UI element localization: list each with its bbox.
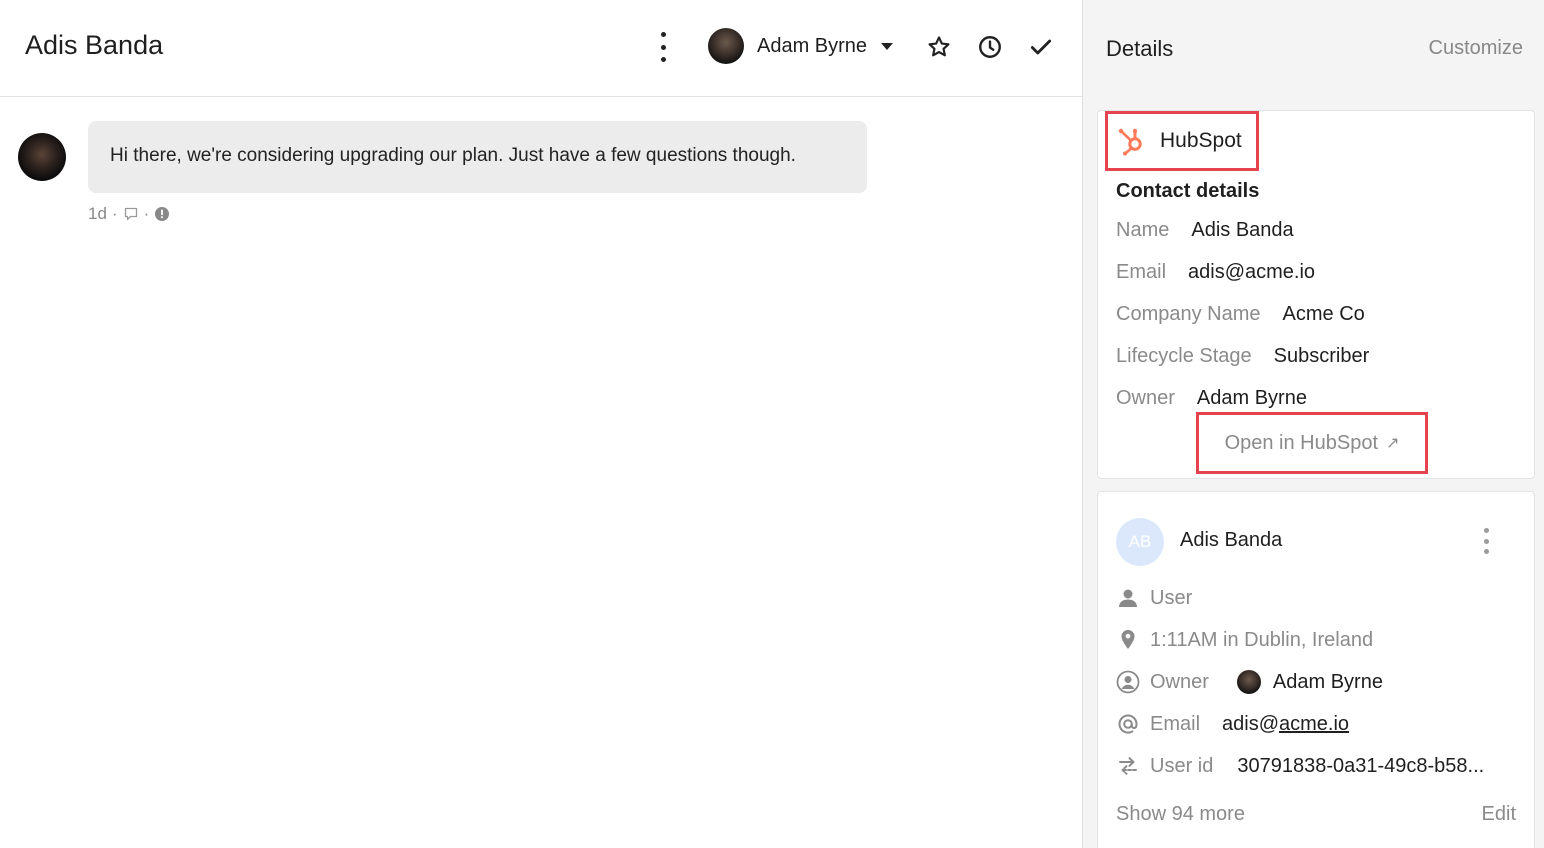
user-icon — [1116, 586, 1140, 610]
conversation-pane: Adis Banda Adam Byrne Hi there, we're co… — [0, 0, 1082, 848]
hubspot-field-name: Name Adis Banda — [1116, 219, 1294, 242]
details-title: Details — [1106, 36, 1174, 61]
field-label: Email — [1116, 261, 1167, 283]
clock-icon[interactable] — [977, 34, 1003, 60]
at-icon — [1116, 712, 1140, 736]
email-row: Email adis@acme.io — [1116, 712, 1349, 736]
field-value: adis@acme.io — [1188, 261, 1316, 283]
hubspot-field-owner: Owner Adam Byrne — [1116, 387, 1307, 410]
field-label: Company Name — [1116, 303, 1261, 325]
contact-details-heading: Contact details — [1116, 180, 1260, 202]
details-panel: Details Customize HubSpot Contact detail… — [1082, 0, 1544, 848]
separator-dot: · — [111, 204, 118, 223]
assignee-avatar — [708, 28, 744, 64]
hubspot-icon — [1118, 128, 1142, 156]
user-avatar: AB — [1116, 518, 1164, 566]
customize-button[interactable]: Customize — [1429, 37, 1523, 60]
hubspot-field-lifecycle: Lifecycle Stage Subscriber — [1116, 345, 1369, 368]
open-in-hubspot-label: Open in HubSpot — [1224, 431, 1379, 454]
field-value: Subscriber — [1273, 345, 1370, 367]
message-meta: 1d · · — [88, 204, 170, 224]
hubspot-title: HubSpot — [1160, 129, 1242, 152]
owner-icon — [1116, 670, 1140, 694]
user-type-row: User — [1116, 586, 1192, 610]
open-in-hubspot-link[interactable]: Open in HubSpot ↗ — [1196, 412, 1428, 474]
user-card: AB Adis Banda User 1:11AM in Dublin, Ire… — [1097, 491, 1535, 848]
hubspot-field-email: Email adis@acme.io — [1116, 261, 1315, 284]
hubspot-brand: HubSpot — [1105, 111, 1259, 171]
location-row: 1:11AM in Dublin, Ireland — [1116, 628, 1373, 652]
caret-down-icon — [881, 42, 894, 50]
note-icon[interactable] — [123, 206, 139, 222]
check-icon[interactable] — [1028, 34, 1054, 60]
field-label: Lifecycle Stage — [1116, 345, 1252, 367]
show-more-button[interactable]: Show 94 more — [1116, 803, 1245, 826]
hubspot-card: HubSpot Contact details Name Adis Banda … — [1097, 110, 1535, 479]
location-icon — [1116, 628, 1140, 652]
message-bubble: Hi there, we're considering upgrading ou… — [88, 121, 867, 193]
conversation-header: Adis Banda Adam Byrne — [0, 0, 1082, 97]
separator-dot: · — [143, 204, 150, 223]
message-age: 1d — [88, 204, 107, 223]
user-name: Adis Banda — [1180, 529, 1283, 551]
contact-avatar — [18, 133, 66, 181]
email-label: Email — [1150, 712, 1201, 735]
owner-label: Owner — [1150, 670, 1209, 693]
alert-icon[interactable] — [154, 206, 170, 222]
field-label: Owner — [1116, 387, 1175, 409]
sync-icon — [1116, 754, 1140, 778]
assignee-dropdown[interactable]: Adam Byrne — [708, 28, 894, 64]
user-id-label: User id — [1150, 754, 1214, 777]
location-text: 1:11AM in Dublin, Ireland — [1150, 628, 1374, 651]
owner-value[interactable]: Adam Byrne — [1273, 671, 1383, 694]
email-value[interactable]: adis@acme.io — [1222, 713, 1349, 736]
user-type: User — [1150, 586, 1193, 609]
field-value: Adis Banda — [1191, 219, 1294, 241]
more-options-icon[interactable] — [651, 32, 675, 62]
field-value: Acme Co — [1282, 303, 1365, 325]
hubspot-field-company: Company Name Acme Co — [1116, 303, 1365, 326]
user-id-row: User id 30791838-0a31-49c8-b58... — [1116, 754, 1484, 778]
conversation-title: Adis Banda — [25, 30, 164, 60]
user-id-value: 30791838-0a31-49c8-b58... — [1237, 754, 1485, 777]
owner-avatar — [1236, 670, 1261, 694]
external-arrow-icon: ↗ — [1386, 435, 1400, 452]
owner-row: Owner Adam Byrne — [1116, 670, 1383, 694]
star-icon[interactable] — [926, 34, 952, 60]
field-value: Adam Byrne — [1196, 387, 1307, 409]
assignee-name: Adam Byrne — [757, 34, 868, 57]
edit-button[interactable]: Edit — [1482, 803, 1516, 826]
field-label: Name — [1116, 219, 1170, 241]
user-more-icon[interactable] — [1481, 528, 1491, 554]
